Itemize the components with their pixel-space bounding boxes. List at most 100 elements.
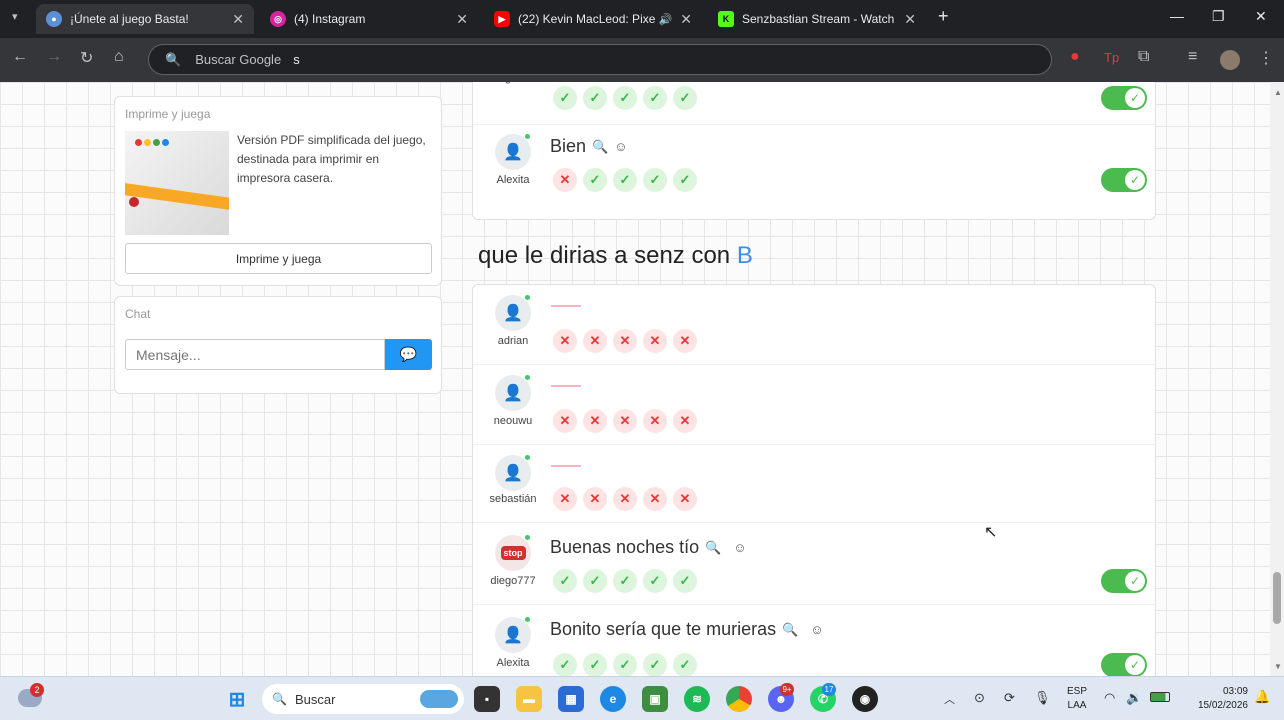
vote-reject-icon[interactable]: ✕ <box>553 329 577 353</box>
notification-center-icon[interactable]: 🔔 <box>1254 689 1270 705</box>
vote-approve-icon[interactable]: ✓ <box>553 569 577 593</box>
reload-icon[interactable]: ↻ <box>80 48 93 68</box>
vote-approve-icon[interactable]: ✓ <box>583 653 607 676</box>
speaker-icon[interactable]: 🔊 <box>659 13 673 26</box>
vote-approve-icon[interactable]: ✓ <box>643 653 667 676</box>
restore-icon[interactable]: ❐ <box>1212 8 1225 25</box>
accept-toggle[interactable]: ✓ <box>1101 168 1147 192</box>
search-icon[interactable]: 🔍 <box>782 622 798 638</box>
spotify-icon[interactable]: ≋ <box>684 686 710 712</box>
vote-approve-icon[interactable]: ✓ <box>673 86 697 110</box>
close-tab-icon[interactable]: ✕ <box>232 11 244 28</box>
vote-reject-icon[interactable]: ✕ <box>553 168 577 192</box>
vote-approve-icon[interactable]: ✓ <box>673 653 697 676</box>
vote-approve-icon[interactable]: ✓ <box>583 168 607 192</box>
accept-toggle[interactable]: ✓ <box>1101 653 1147 676</box>
vote-approve-icon[interactable]: ✓ <box>643 569 667 593</box>
minimize-icon[interactable]: — <box>1170 8 1184 24</box>
vote-approve-icon[interactable]: ✓ <box>613 653 637 676</box>
menu-icon[interactable]: ⋮ <box>1258 48 1274 68</box>
battery-icon[interactable] <box>1150 692 1170 702</box>
sync-icon[interactable]: ⟳ <box>1004 690 1015 706</box>
vote-approve-icon[interactable]: ✓ <box>613 569 637 593</box>
emoji-react-icon[interactable]: ☺ <box>614 139 627 154</box>
vote-reject-icon[interactable]: ✕ <box>583 409 607 433</box>
tab-instagram[interactable]: ◎ (4) Instagram ✕ <box>260 4 478 34</box>
emoji-react-icon[interactable]: ☺ <box>810 622 823 637</box>
vote-approve-icon[interactable]: ✓ <box>553 86 577 110</box>
address-bar[interactable]: 🔍 Buscar Google s <box>148 44 1052 75</box>
minecraft-icon[interactable]: ▣ <box>642 686 668 712</box>
emoji-react-icon[interactable]: ☺ <box>733 540 746 555</box>
show-hidden-icons-icon[interactable]: ︿ <box>944 691 955 707</box>
scroll-up-icon[interactable]: ▲ <box>1274 88 1282 97</box>
close-tab-icon[interactable]: ✕ <box>456 11 468 28</box>
close-tab-icon[interactable]: ✕ <box>904 11 916 28</box>
taskbar-search[interactable]: 🔍 Buscar <box>262 684 464 714</box>
vote-reject-icon[interactable]: ✕ <box>613 487 637 511</box>
forward-icon[interactable]: → <box>46 48 62 66</box>
omnibox-value: s <box>293 52 300 67</box>
store-icon[interactable]: ▦ <box>558 686 584 712</box>
vote-reject-icon[interactable]: ✕ <box>583 487 607 511</box>
tab-youtube[interactable]: ▶ (22) Kevin MacLeod: Pixel P... 🔊 ✕ <box>484 4 702 34</box>
extensions-puzzle-icon[interactable]: ⧉ <box>1138 48 1149 66</box>
chat-input[interactable] <box>125 339 385 370</box>
search-icon[interactable]: 🔍 <box>592 139 608 155</box>
vote-approve-icon[interactable]: ✓ <box>583 569 607 593</box>
vote-approve-icon[interactable]: ✓ <box>643 168 667 192</box>
task-view-icon[interactable]: ▪ <box>474 686 500 712</box>
vote-reject-icon[interactable]: ✕ <box>643 487 667 511</box>
vote-approve-icon[interactable]: ✓ <box>613 168 637 192</box>
vote-reject-icon[interactable]: ✕ <box>613 329 637 353</box>
vote-approve-icon[interactable]: ✓ <box>583 86 607 110</box>
vote-reject-icon[interactable]: ✕ <box>673 409 697 433</box>
vote-reject-icon[interactable]: ✕ <box>673 487 697 511</box>
accept-toggle[interactable]: ✓ <box>1101 569 1147 593</box>
vote-reject-icon[interactable]: ✕ <box>643 329 667 353</box>
home-icon[interactable]: ⌂ <box>114 48 124 66</box>
vote-reject-icon[interactable]: ✕ <box>553 409 577 433</box>
chrome-icon[interactable] <box>726 686 752 712</box>
profile-avatar[interactable] <box>1220 50 1240 70</box>
vote-reject-icon[interactable]: ✕ <box>643 409 667 433</box>
edge-icon[interactable]: e <box>600 686 626 712</box>
close-tab-icon[interactable]: ✕ <box>680 11 692 28</box>
clock-time: 03:09 <box>1222 686 1248 697</box>
vote-approve-icon[interactable]: ✓ <box>673 569 697 593</box>
send-chat-button[interactable]: 💬 <box>385 339 432 370</box>
tab-basta[interactable]: ● ¡Únete al juego Basta! ✕ <box>36 4 254 34</box>
vote-approve-icon[interactable]: ✓ <box>673 168 697 192</box>
vote-reject-icon[interactable]: ✕ <box>673 329 697 353</box>
extension-icon[interactable]: ● <box>1070 48 1080 66</box>
volume-icon[interactable]: 🔉 <box>1126 690 1142 706</box>
page-scrollbar[interactable]: ▲ ▼ <box>1270 82 1284 676</box>
media-control-icon[interactable]: ≡ <box>1188 48 1197 66</box>
back-icon[interactable]: ← <box>12 48 28 66</box>
extension-icon[interactable]: Tp <box>1104 50 1119 65</box>
vote-approve-icon[interactable]: ✓ <box>553 653 577 676</box>
new-tab-icon[interactable]: + <box>938 6 949 27</box>
vote-reject-icon[interactable]: ✕ <box>613 409 637 433</box>
scroll-down-icon[interactable]: ▼ <box>1274 662 1282 671</box>
language-indicator[interactable]: ESP LAA <box>1060 685 1094 713</box>
vote-approve-icon[interactable]: ✓ <box>643 86 667 110</box>
vote-approve-icon[interactable]: ✓ <box>613 86 637 110</box>
vote-reject-icon[interactable]: ✕ <box>583 329 607 353</box>
scrollbar-thumb[interactable] <box>1273 572 1281 624</box>
windows-start-icon[interactable]: ⊞ <box>224 686 250 712</box>
search-icon[interactable]: 🔍 <box>705 540 721 556</box>
tray-icon[interactable]: ⊙ <box>974 690 985 706</box>
file-explorer-icon[interactable]: ▬ <box>516 686 542 712</box>
print-button[interactable]: Imprime y juega <box>125 243 432 274</box>
tab-kick[interactable]: K Senzbastian Stream - Watch Liv... ✕ <box>708 4 926 34</box>
vote-reject-icon[interactable]: ✕ <box>553 487 577 511</box>
wifi-icon[interactable]: ◠ <box>1104 690 1115 706</box>
microphone-icon[interactable]: 🎙 <box>1034 690 1051 706</box>
clock[interactable]: 03:09 15/02/2026 <box>1180 685 1248 713</box>
tab-search-icon[interactable]: ▾ <box>12 10 18 23</box>
app-icon[interactable]: ◉ <box>852 686 878 712</box>
accept-toggle[interactable]: ✓ <box>1101 86 1147 110</box>
youtube-icon: ▶ <box>494 11 510 27</box>
close-window-icon[interactable]: ✕ <box>1255 8 1267 25</box>
